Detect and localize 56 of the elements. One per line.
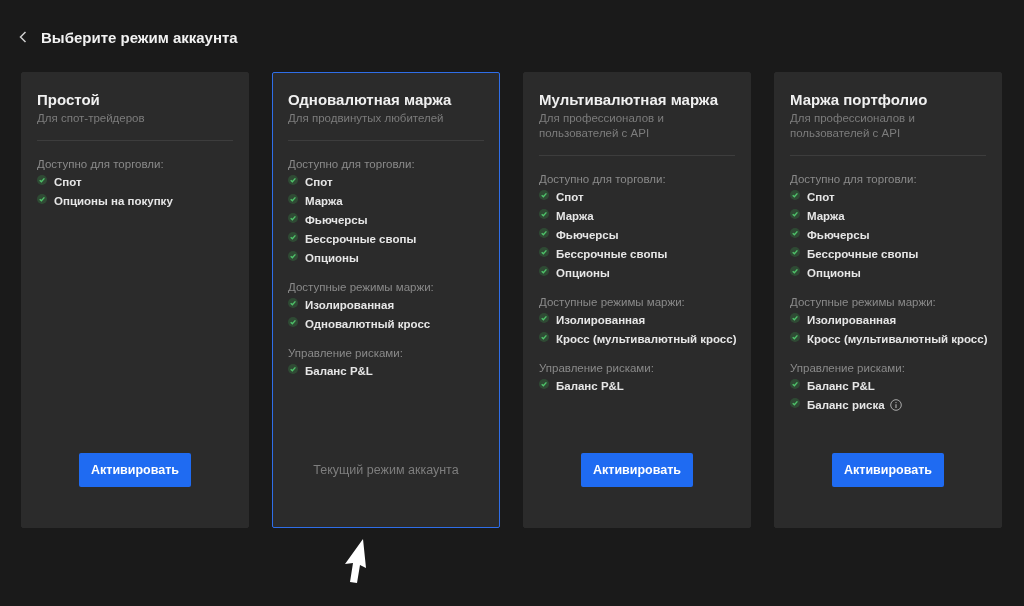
- section-heading: Доступные режимы маржи:: [790, 295, 937, 310]
- account-mode-card[interactable]: [774, 72, 1002, 528]
- section-heading: Доступные режимы маржи:: [288, 280, 435, 295]
- account-mode-card[interactable]: [523, 72, 751, 528]
- feature-label: Маржа: [807, 209, 845, 222]
- page-title: Выберите режим аккаунта: [41, 28, 238, 46]
- section-heading: Управление рисками:: [539, 361, 655, 376]
- feature-label: Кросс (мультивалютный кросс): [556, 332, 737, 345]
- feature-label: Баланс P&L: [807, 379, 875, 392]
- feature-label: Баланс P&L: [305, 364, 373, 377]
- activate-button[interactable]: Активировать: [832, 453, 944, 487]
- section-heading: Доступно для торговли:: [37, 157, 165, 172]
- section-heading: Доступно для торговли:: [790, 172, 918, 187]
- account-mode-card[interactable]: [272, 72, 500, 528]
- feature-label: Одновалютный кросс: [305, 317, 431, 330]
- card-subtitle: Для профессионалов и пользователей с API: [539, 111, 665, 141]
- feature-label: Опционы: [807, 266, 861, 279]
- activate-button[interactable]: Активировать: [581, 453, 693, 487]
- card-subtitle: Для продвинутых любителей: [288, 111, 445, 126]
- card-title: Одновалютная маржа: [288, 90, 453, 110]
- current-mode-label: Текущий режим аккаунта: [313, 462, 459, 479]
- account-mode-card[interactable]: Простой Для спот-трейдеров Доступно для торговли: Спот Опционы на покупку Активировать: [21, 72, 249, 528]
- feature-label: Бессрочные свопы: [305, 232, 417, 245]
- feature-label: Бессрочные свопы: [556, 247, 668, 260]
- feature-label: Кросс (мультивалютный кросс): [807, 332, 988, 345]
- card-title: Простой: [37, 90, 101, 110]
- feature-label: Изолированная: [305, 298, 395, 311]
- feature-label: Маржа: [305, 194, 343, 207]
- section-heading: Доступные режимы маржи:: [539, 295, 686, 310]
- feature-label: Изолированная: [556, 313, 646, 326]
- feature-label: Опционы: [305, 251, 359, 264]
- feature-label: Фьючерсы: [556, 228, 619, 241]
- section-heading: Доступно для торговли:: [539, 172, 667, 187]
- card-title: Маржа портфолио: [790, 90, 929, 110]
- feature-label: Фьючерсы: [807, 228, 870, 241]
- feature-label: Спот: [556, 190, 584, 203]
- card-subtitle: Для профессионалов и пользователей с API: [790, 111, 916, 141]
- back-icon[interactable]: [19, 31, 27, 43]
- activate-button[interactable]: Активировать: [79, 453, 191, 487]
- pointer-arrow-icon: [343, 538, 369, 584]
- feature-label: Маржа: [556, 209, 594, 222]
- feature-label: Баланс P&L: [556, 379, 624, 392]
- feature-label: Фьючерсы: [305, 213, 368, 226]
- card-subtitle: Для спот-трейдеров: [37, 111, 146, 126]
- feature-label: Опционы на покупку: [54, 194, 173, 207]
- card-title: Мультивалютная маржа: [539, 90, 719, 110]
- feature-label: Изолированная: [807, 313, 897, 326]
- feature-label: Баланс риска: [807, 398, 885, 411]
- feature-label: Спот: [807, 190, 835, 203]
- feature-label: Спот: [54, 175, 82, 188]
- section-heading: Доступно для торговли:: [288, 157, 416, 172]
- feature-label: Опционы: [556, 266, 610, 279]
- section-heading: Управление рисками:: [288, 346, 404, 361]
- feature-label: Бессрочные свопы: [807, 247, 919, 260]
- feature-label: Спот: [305, 175, 333, 188]
- section-heading: Управление рисками:: [790, 361, 906, 376]
